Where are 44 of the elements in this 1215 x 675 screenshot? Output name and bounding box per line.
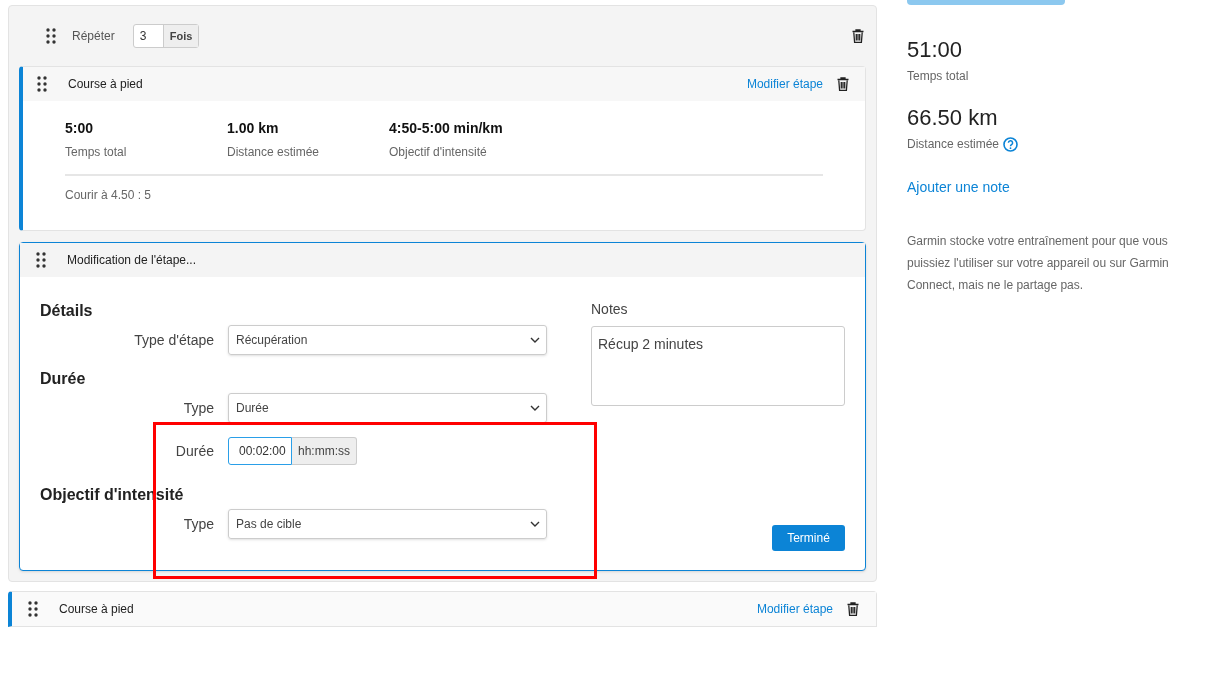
edit-step-link[interactable]: Modifier étape bbox=[756, 600, 833, 618]
stat-value: 5:00 bbox=[65, 119, 95, 138]
field-label: Type bbox=[182, 398, 215, 418]
chevron-down-icon bbox=[530, 337, 540, 343]
total-time-value: 51:00 bbox=[907, 36, 964, 64]
add-note-link[interactable]: Ajouter une note bbox=[907, 177, 1187, 198]
edit-step-link[interactable]: Modifier étape bbox=[746, 75, 823, 93]
drag-handle-icon[interactable] bbox=[28, 601, 38, 617]
time-input-field[interactable]: 00:02:00 bbox=[228, 437, 292, 465]
notes-label: Notes bbox=[591, 300, 629, 319]
trash-icon[interactable] bbox=[847, 602, 859, 616]
step-title: Course à pied bbox=[68, 76, 143, 93]
stat-label: Objectif d'intensité bbox=[389, 144, 488, 161]
chevron-down-icon bbox=[530, 405, 540, 411]
drag-handle-icon[interactable] bbox=[46, 28, 56, 44]
field-label: Durée bbox=[174, 441, 215, 461]
step-title: Modification de l'étape... bbox=[67, 252, 197, 269]
select-field[interactable]: Récupération bbox=[228, 325, 547, 355]
help-icon[interactable] bbox=[1003, 136, 1019, 152]
stat-label: Temps total bbox=[65, 144, 128, 161]
select-field[interactable]: Pas de cible bbox=[228, 509, 547, 539]
stat-value: 1.00 km bbox=[227, 119, 280, 138]
repeat-label: Répéter bbox=[72, 28, 115, 45]
select-field[interactable]: Durée bbox=[228, 393, 547, 423]
chevron-down-icon bbox=[530, 521, 540, 527]
trash-icon[interactable] bbox=[852, 29, 864, 43]
field-label: Type d'étape bbox=[133, 330, 215, 350]
done-button[interactable]: Terminé bbox=[772, 525, 845, 551]
section-heading: Durée bbox=[40, 369, 87, 387]
step-title: Course à pied bbox=[59, 601, 134, 618]
section-heading: Détails bbox=[40, 301, 94, 319]
stat-value: 4:50-5:00 min/km bbox=[389, 119, 504, 138]
stat-label: Distance estimée bbox=[227, 144, 321, 161]
notes-field[interactable]: Récup 2 minutes bbox=[591, 326, 845, 406]
time-format-unit: hh:mm:ss bbox=[292, 437, 357, 465]
trash-icon[interactable] bbox=[837, 77, 849, 91]
drag-handle-icon[interactable] bbox=[36, 252, 46, 268]
step-note: Courir à 4.50 : 5 bbox=[65, 187, 153, 204]
distance-value: 66.50 km bbox=[907, 104, 999, 132]
total-time-label: Temps total bbox=[907, 68, 970, 85]
field-label: Type bbox=[182, 514, 215, 534]
privacy-text: Garmin stocke votre entraînement pour que vous puissiez l'utiliser sur votre appareil ou sur Garmin Connect, mais ne le partage pas. bbox=[907, 233, 1170, 294]
drag-handle-icon[interactable] bbox=[37, 76, 47, 92]
distance-label: Distance estimée bbox=[907, 136, 1000, 153]
